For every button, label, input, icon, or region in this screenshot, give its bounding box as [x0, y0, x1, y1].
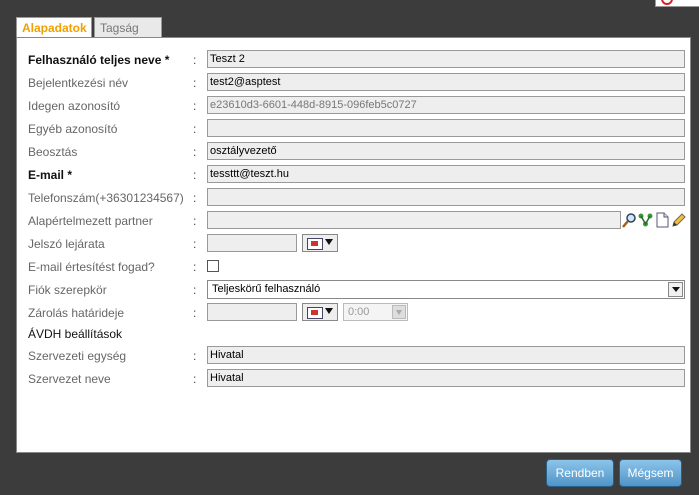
- email-label: E-mail *: [28, 168, 73, 182]
- tab-tagsag[interactable]: Tagság: [94, 17, 162, 37]
- email-notify-checkbox[interactable]: [207, 260, 219, 272]
- login-name-row: Bejelentkezési név : test2@asptest: [28, 73, 688, 93]
- phone-input[interactable]: [207, 188, 685, 206]
- phone-row: Telefonszám(+36301234567) :: [28, 188, 688, 208]
- position-input[interactable]: osztályvezető: [207, 142, 685, 160]
- colon: :: [193, 283, 197, 297]
- password-expiry-row: Jelszó lejárata :: [28, 234, 688, 254]
- colon: :: [193, 99, 197, 113]
- org-name-label: Szervezet neve: [28, 372, 111, 386]
- email-notify-row: E-mail értesítést fogad? :: [28, 257, 688, 277]
- lock-time-value: 0:00: [348, 306, 370, 318]
- foreign-id-input[interactable]: e23610d3-6601-448d-8915-096feb5c0727: [207, 96, 685, 114]
- phone-label: Telefonszám(+36301234567): [28, 191, 184, 205]
- position-label: Beosztás: [28, 145, 78, 159]
- calendar-icon: [307, 238, 323, 250]
- account-role-row: Fiók szerepkör : Teljeskörű felhasználó: [28, 280, 688, 300]
- foreign-id-row: Idegen azonosító : e23610d3-6601-448d-89…: [28, 96, 688, 116]
- edit-icon[interactable]: [671, 212, 686, 228]
- account-role-value: Teljeskörű felhasználó: [212, 283, 321, 295]
- window-corner-icon: [655, 0, 699, 7]
- colon: :: [193, 168, 197, 182]
- password-expiry-input[interactable]: [207, 234, 297, 252]
- org-name-input[interactable]: Hivatal: [207, 369, 685, 387]
- colon: :: [193, 214, 197, 228]
- colon: :: [193, 191, 197, 205]
- avdh-section-title: ÁVDH beállítások: [28, 327, 123, 341]
- colon: :: [193, 53, 197, 67]
- other-id-input[interactable]: [207, 119, 685, 137]
- account-role-select[interactable]: Teljeskörű felhasználó: [207, 280, 685, 299]
- colon: :: [193, 76, 197, 90]
- colon: :: [193, 122, 197, 136]
- colon: :: [193, 260, 197, 274]
- calendar-icon: [307, 307, 323, 319]
- chevron-down-icon: [325, 308, 333, 314]
- lock-deadline-label: Zárolás határideje: [28, 306, 125, 320]
- search-icon[interactable]: [622, 212, 637, 228]
- login-name-label: Bejelentkezési név: [28, 76, 129, 90]
- lock-deadline-input[interactable]: [207, 303, 297, 321]
- org-unit-input[interactable]: Hivatal: [207, 346, 685, 364]
- tree-icon[interactable]: [638, 212, 653, 228]
- org-unit-label: Szervezeti egység: [28, 349, 127, 363]
- colon: :: [193, 372, 197, 386]
- lock-deadline-row: Zárolás határideje : 0:00: [28, 303, 688, 323]
- calendar-dropdown-button[interactable]: [302, 303, 338, 321]
- email-notify-label: E-mail értesítést fogad?: [28, 260, 155, 274]
- login-name-input[interactable]: test2@asptest: [207, 73, 685, 91]
- org-unit-row: Szervezeti egység : Hivatal: [28, 346, 688, 366]
- chevron-down-icon: [325, 239, 333, 245]
- tab-alapadatok[interactable]: Alapadatok: [16, 17, 92, 38]
- default-partner-input[interactable]: [207, 211, 621, 229]
- cancel-button[interactable]: Mégsem: [619, 459, 682, 487]
- other-id-label: Egyéb azonosító: [28, 122, 118, 136]
- password-expiry-label: Jelszó lejárata: [28, 237, 105, 251]
- chevron-down-icon: [668, 282, 683, 297]
- calendar-dropdown-button[interactable]: [302, 234, 338, 252]
- position-row: Beosztás : osztályvezető: [28, 142, 688, 162]
- colon: :: [193, 237, 197, 251]
- default-partner-label: Alapértelmezett partner: [28, 214, 153, 228]
- full-name-label: Felhasználó teljes neve *: [28, 53, 170, 67]
- partner-tools: [622, 212, 688, 228]
- email-row: E-mail * : tessttt@teszt.hu: [28, 165, 688, 185]
- lock-time-select[interactable]: 0:00: [343, 303, 408, 321]
- org-name-row: Szervezet neve : Hivatal: [28, 369, 688, 389]
- default-partner-row: Alapértelmezett partner :: [28, 211, 688, 231]
- colon: :: [193, 349, 197, 363]
- foreign-id-label: Idegen azonosító: [28, 99, 121, 113]
- colon: :: [193, 306, 197, 320]
- form-panel: Felhasználó teljes neve * : Teszt 2 Beje…: [16, 37, 691, 453]
- ok-button[interactable]: Rendben: [546, 459, 614, 487]
- chevron-down-icon: [392, 305, 406, 319]
- email-input[interactable]: tessttt@teszt.hu: [207, 165, 685, 183]
- other-id-row: Egyéb azonosító :: [28, 119, 688, 139]
- colon: :: [193, 145, 197, 159]
- account-role-label: Fiók szerepkör: [28, 283, 107, 297]
- full-name-row: Felhasználó teljes neve * : Teszt 2: [28, 50, 688, 70]
- full-name-input[interactable]: Teszt 2: [207, 50, 685, 68]
- document-icon[interactable]: [655, 212, 670, 228]
